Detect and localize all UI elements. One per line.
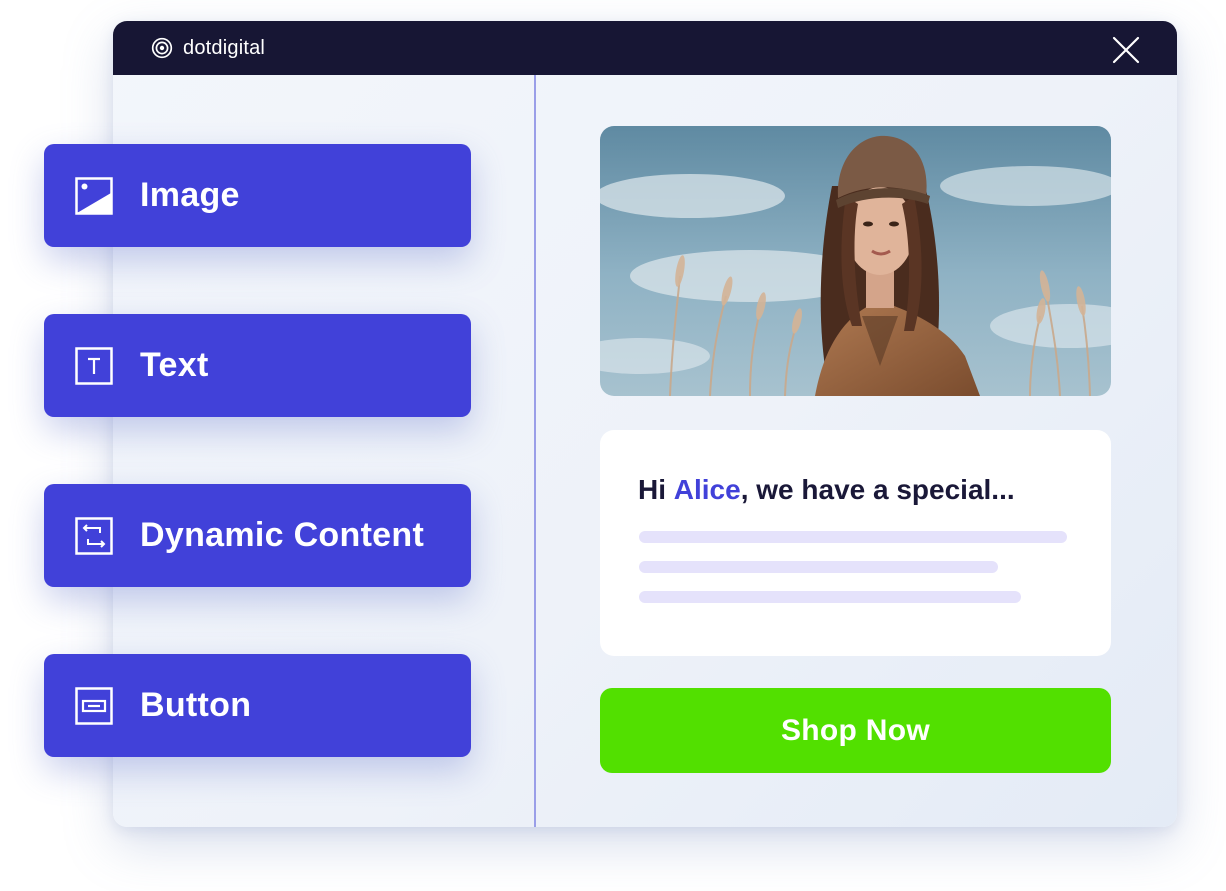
concentric-circles-logo-icon [151, 37, 173, 59]
placeholder-line [639, 591, 1021, 603]
woman-in-field-photo [600, 126, 1111, 396]
placeholder-line [639, 561, 998, 573]
greeting-prefix: Hi [638, 474, 674, 505]
brand-logo: dotdigital [151, 37, 265, 59]
image-block[interactable]: Image [44, 144, 471, 247]
text-block-label: Text [140, 346, 209, 384]
placeholder-line [639, 531, 1067, 543]
text-icon [75, 347, 113, 385]
dynamic-content-icon [75, 517, 113, 555]
button-block[interactable]: Button [44, 654, 471, 757]
dynamic-content-block-label: Dynamic Content [140, 516, 425, 554]
dynamic-content-block[interactable]: Dynamic Content [44, 484, 471, 587]
greeting-suffix: , we have a special... [740, 474, 1015, 505]
image-icon [75, 177, 113, 215]
pane-divider [534, 75, 536, 827]
button-icon [75, 687, 113, 725]
close-icon[interactable] [1111, 35, 1141, 65]
greeting-text: Hi Alice, we have a special... [638, 474, 1015, 506]
text-block[interactable]: Text [44, 314, 471, 417]
title-bar: dotdigital [113, 21, 1177, 75]
button-block-label: Button [140, 686, 252, 724]
message-card: Hi Alice, we have a special... [600, 430, 1111, 656]
brand-name: dotdigital [183, 36, 266, 59]
shop-now-button[interactable]: Shop Now [600, 688, 1111, 773]
image-block-label: Image [140, 176, 240, 214]
recipient-name: Alice [673, 474, 741, 505]
